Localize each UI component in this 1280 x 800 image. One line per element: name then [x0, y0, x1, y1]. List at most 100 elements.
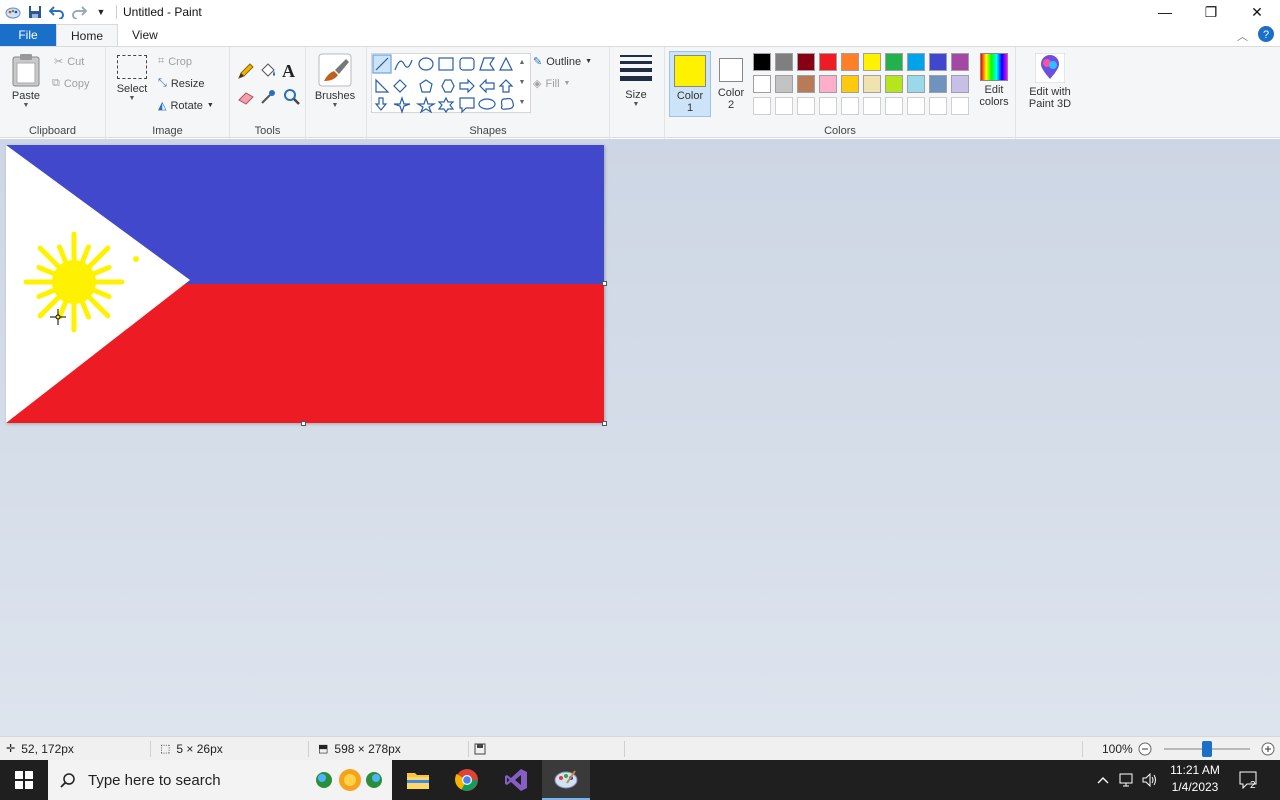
custom-color-slot[interactable] — [863, 97, 881, 115]
fill-icon: ◈ — [533, 78, 542, 90]
fill-button[interactable]: ◈ Fill ▼ — [533, 77, 570, 91]
canvas-workspace[interactable] — [0, 139, 1280, 736]
window-title: Untitled - Paint — [123, 5, 202, 19]
select-button[interactable]: Select ▼ — [112, 55, 152, 102]
resize-button[interactable]: ⤡ Resize — [158, 77, 204, 90]
rotate-icon: ◭ — [158, 100, 167, 112]
zoom-in-button[interactable] — [1261, 737, 1275, 761]
search-highlight-icon[interactable] — [310, 766, 386, 797]
palette-color-swatch[interactable] — [797, 75, 815, 93]
palette-color-swatch[interactable] — [819, 75, 837, 93]
edit-colors-button[interactable]: Edit colors — [975, 53, 1013, 108]
close-button[interactable]: ✕ — [1234, 0, 1280, 24]
outline-button[interactable]: ✎ Outline ▼ — [533, 55, 592, 69]
size-button[interactable]: Size ▼ — [614, 55, 658, 108]
paste-dropdown-icon[interactable]: ▼ — [6, 102, 46, 109]
visual-studio-taskbar-icon[interactable] — [492, 760, 540, 800]
resize-handle-bottom[interactable] — [301, 421, 306, 426]
custom-color-slot[interactable] — [753, 97, 771, 115]
pencil-icon[interactable] — [236, 61, 258, 83]
save-icon[interactable] — [24, 1, 46, 23]
search-icon — [48, 772, 88, 788]
palette-color-swatch[interactable] — [841, 53, 859, 71]
custom-color-slot[interactable] — [951, 97, 969, 115]
help-icon[interactable]: ? — [1258, 26, 1274, 45]
tab-file[interactable]: File — [0, 24, 56, 46]
palette-color-swatch[interactable] — [885, 75, 903, 93]
redo-icon[interactable] — [68, 1, 90, 23]
status-bar: ✛ 52, 172px ⬚ 5 × 26px ⬒ 598 × 278px 100… — [0, 736, 1280, 760]
palette-color-swatch[interactable] — [951, 53, 969, 71]
paste-button[interactable]: Paste ▼ — [6, 53, 46, 109]
custom-color-slot[interactable] — [841, 97, 859, 115]
palette-color-swatch[interactable] — [819, 53, 837, 71]
rotate-button[interactable]: ◭ Rotate ▼ — [158, 99, 214, 113]
eraser-icon[interactable] — [236, 87, 258, 109]
text-tool-icon[interactable]: A — [282, 61, 304, 83]
custom-color-slot[interactable] — [775, 97, 793, 115]
zoom-slider[interactable] — [1164, 741, 1250, 757]
palette-color-swatch[interactable] — [929, 75, 947, 93]
crop-icon: ⌗ — [158, 55, 165, 67]
taskbar-search[interactable] — [48, 760, 392, 800]
palette-color-swatch[interactable] — [841, 75, 859, 93]
color2-button[interactable]: Color 2 — [715, 51, 747, 111]
palette-color-swatch[interactable] — [753, 53, 771, 71]
volume-icon[interactable] — [1140, 760, 1160, 800]
color-picker-icon[interactable] — [258, 87, 280, 109]
minimize-button[interactable]: — — [1142, 0, 1188, 24]
select-dropdown-icon[interactable]: ▼ — [112, 95, 152, 102]
undo-icon[interactable] — [46, 1, 68, 23]
magnifier-icon[interactable] — [282, 87, 304, 109]
taskbar-clock[interactable]: 11:21 AM 1/4/2023 — [1160, 762, 1230, 796]
brushes-button[interactable]: Brushes ▼ — [310, 53, 360, 109]
copy-button[interactable]: ⧉ Copy — [52, 77, 90, 90]
right-triangle-shape-icon — [375, 78, 390, 93]
action-center-button[interactable]: 2 — [1234, 760, 1264, 800]
palette-color-swatch[interactable] — [951, 75, 969, 93]
customize-toolbar-icon[interactable]: ▼ — [90, 1, 112, 23]
custom-color-slot[interactable] — [797, 97, 815, 115]
palette-color-swatch[interactable] — [775, 75, 793, 93]
cut-button[interactable]: ✂ Cut — [54, 55, 84, 69]
search-input[interactable] — [88, 771, 308, 789]
file-explorer-taskbar-icon[interactable] — [394, 760, 442, 800]
drawing-canvas[interactable] — [6, 145, 604, 423]
chrome-taskbar-icon[interactable] — [443, 760, 491, 800]
tab-view[interactable]: View — [118, 24, 172, 46]
right-arrow-shape-icon — [459, 78, 475, 94]
zoom-slider-thumb[interactable] — [1202, 741, 1212, 757]
shapes-scroll[interactable]: ▲ ▼ ▼ — [515, 53, 529, 113]
start-button[interactable] — [0, 760, 48, 800]
tab-home[interactable]: Home — [56, 24, 119, 46]
crop-button[interactable]: ⌗ Crop — [158, 55, 192, 68]
color1-swatch — [674, 55, 706, 87]
custom-color-slot[interactable] — [907, 97, 925, 115]
rotate-label: Rotate — [170, 99, 203, 112]
custom-color-slot[interactable] — [885, 97, 903, 115]
palette-color-swatch[interactable] — [885, 53, 903, 71]
palette-color-swatch[interactable] — [863, 53, 881, 71]
paint-taskbar-icon[interactable] — [542, 760, 590, 800]
palette-color-swatch[interactable] — [929, 53, 947, 71]
palette-color-swatch[interactable] — [753, 75, 771, 93]
select-rectangle-icon — [117, 55, 147, 79]
resize-handle-right[interactable] — [602, 281, 607, 286]
network-icon[interactable] — [1116, 760, 1138, 800]
palette-color-swatch[interactable] — [907, 53, 925, 71]
color1-button[interactable]: Color 1 — [669, 51, 711, 117]
palette-color-swatch[interactable] — [863, 75, 881, 93]
custom-color-slot[interactable] — [929, 97, 947, 115]
paint-app-icon[interactable] — [2, 1, 24, 23]
edit-with-paint3d-button[interactable]: Edit with Paint 3D — [1020, 52, 1080, 110]
palette-color-swatch[interactable] — [907, 75, 925, 93]
show-hidden-icons-button[interactable] — [1094, 760, 1112, 800]
palette-color-swatch[interactable] — [775, 53, 793, 71]
collapse-ribbon-icon[interactable]: ︿ — [1237, 28, 1248, 44]
custom-color-slot[interactable] — [819, 97, 837, 115]
fill-bucket-icon[interactable] — [258, 61, 280, 83]
resize-handle-corner[interactable] — [602, 421, 607, 426]
palette-color-swatch[interactable] — [797, 53, 815, 71]
zoom-out-button[interactable] — [1138, 737, 1152, 761]
restore-button[interactable]: ❐ — [1188, 0, 1234, 24]
